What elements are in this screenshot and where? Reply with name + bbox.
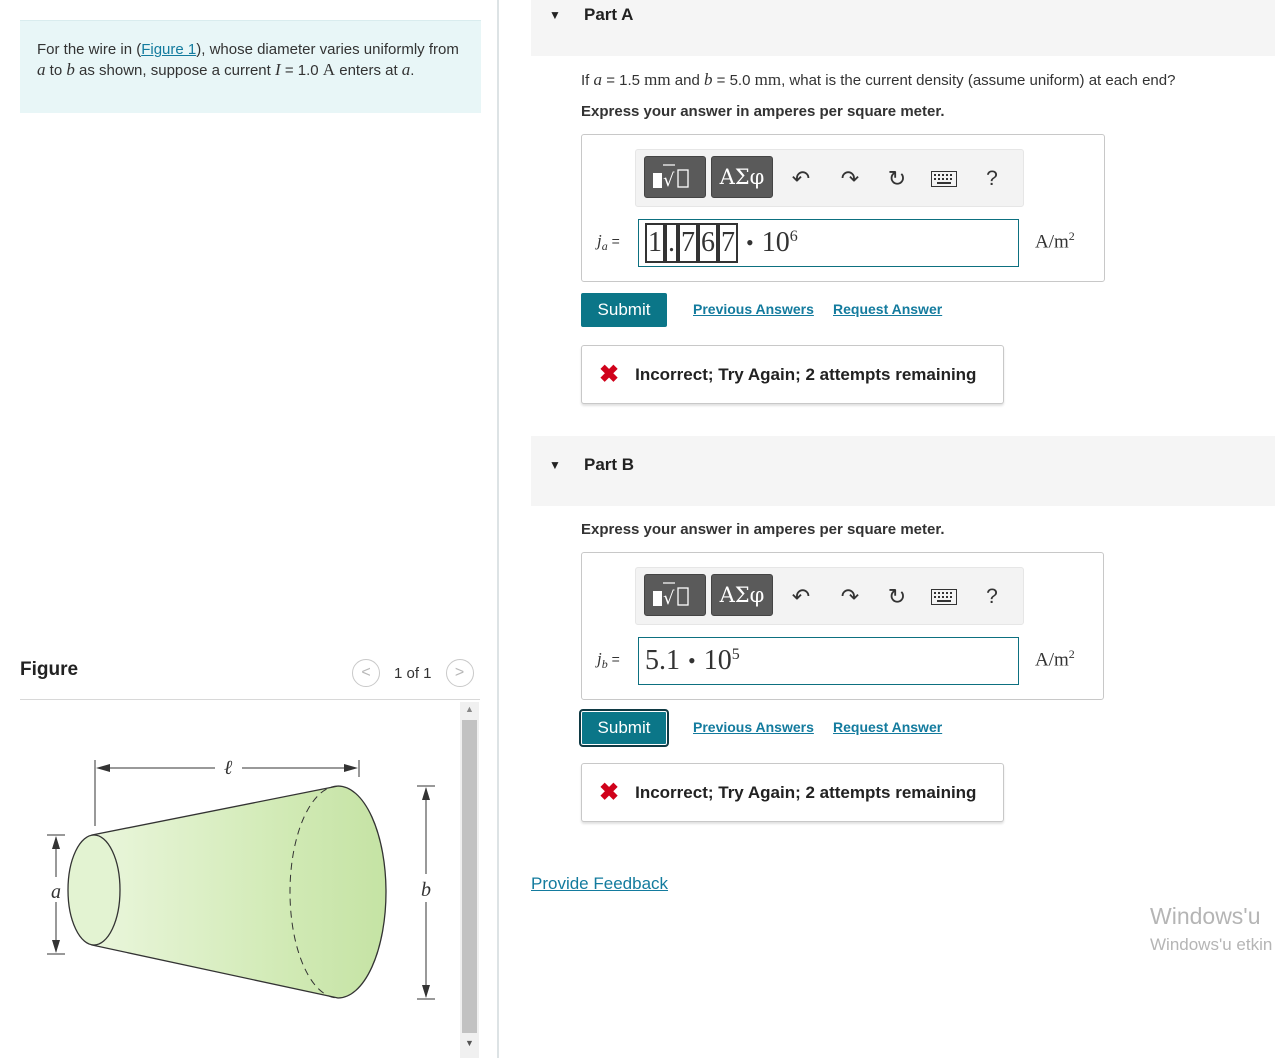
scroll-thumb[interactable]	[462, 720, 477, 1033]
part-a-feedback-message: Incorrect; Try Again; 2 attempts remaini…	[635, 364, 977, 384]
part-a-instruction: Express your answer in amperes per squar…	[581, 103, 945, 120]
panel-divider	[497, 0, 499, 1058]
part-b-request-answer-link[interactable]: Request Answer	[833, 719, 942, 735]
chevron-right-icon: >	[454, 664, 465, 681]
figure-divider	[20, 699, 480, 700]
part-a-request-answer-link[interactable]: Request Answer	[833, 301, 942, 317]
part-b-feedback: ✖ Incorrect; Try Again; 2 attempts remai…	[581, 763, 1004, 822]
part-a-header[interactable]: ▼ Part A	[531, 0, 1275, 56]
figure-pager: < 1 of 1 >	[352, 659, 474, 687]
b-arrow-top	[422, 787, 430, 800]
part-b-previous-answers-link[interactable]: Previous Answers	[693, 719, 814, 735]
chevron-left-icon: <	[361, 664, 371, 681]
answer-digit: 6	[698, 223, 718, 263]
help-button[interactable]: ?	[979, 166, 1005, 192]
redo-icon[interactable]: ↷	[837, 584, 863, 610]
activation-watermark-text: Windows'u etkin	[1150, 935, 1273, 954]
length-label: ℓ	[224, 757, 233, 779]
activation-watermark-title: Windows'u	[1150, 903, 1261, 929]
part-b-submit-button[interactable]: Submit	[579, 709, 669, 747]
a-arrow-bottom	[52, 940, 60, 953]
answer-digit: .	[665, 223, 678, 263]
answer-digit: 7	[678, 223, 698, 263]
figure-scrollbar[interactable]: ▲ ▼	[460, 702, 479, 1058]
part-b-answer-box: √ ΑΣφ ↶ ↷ ↻ ? jb = 5.1 • 10 5 A/m2	[581, 552, 1104, 700]
part-b-instruction: Express your answer in amperes per squar…	[581, 521, 945, 538]
part-a-unit: A/m2	[1035, 229, 1075, 253]
figure-link[interactable]: Figure 1	[141, 41, 196, 58]
redo-icon[interactable]: ↷	[837, 166, 863, 192]
truncated-cone-figure: ℓ a b	[47, 757, 435, 1000]
length-arrow-right	[344, 764, 358, 772]
figure-page-count: 1 of 1	[394, 664, 432, 682]
part-b-answer-input[interactable]: 5.1 • 10 5	[638, 637, 1019, 685]
collapse-caret-icon[interactable]: ▼	[549, 458, 561, 472]
answer-digit: 7	[718, 223, 738, 263]
greek-symbols-button[interactable]: ΑΣφ	[711, 574, 773, 616]
svg-text:√: √	[663, 170, 675, 191]
keyboard-icon[interactable]	[929, 584, 959, 610]
math-toolbar: √ ΑΣφ ↶ ↷ ↻ ?	[635, 567, 1024, 625]
scroll-down-icon[interactable]: ▼	[460, 1038, 479, 1052]
prev-figure-button[interactable]: <	[352, 659, 380, 687]
error-x-icon: ✖	[599, 779, 620, 806]
undo-icon[interactable]: ↶	[788, 166, 814, 192]
reset-icon[interactable]: ↻	[884, 584, 910, 610]
greek-symbols-button[interactable]: ΑΣφ	[711, 156, 773, 198]
part-b-feedback-message: Incorrect; Try Again; 2 attempts remaini…	[635, 782, 977, 802]
templates-icon: √	[653, 164, 689, 191]
figure-heading: Figure	[20, 659, 79, 680]
part-a-previous-answers-link[interactable]: Previous Answers	[693, 301, 814, 317]
b-arrow-bottom	[422, 985, 430, 998]
part-a-answer-box: √ ΑΣφ ↶ ↷ ↻ ? ja = 1.767 • 10 6 A/m2	[581, 134, 1105, 282]
length-arrow-left	[96, 764, 110, 772]
part-b-variable-label: jb =	[597, 649, 620, 671]
part-b-header[interactable]: ▼ Part B	[531, 436, 1275, 506]
collapse-caret-icon[interactable]: ▼	[549, 8, 561, 22]
part-a-title: Part A	[584, 5, 634, 24]
error-x-icon: ✖	[599, 361, 620, 388]
cone-small-end	[67, 834, 121, 946]
provide-feedback-link[interactable]: Provide Feedback	[531, 874, 668, 894]
templates-icon: √	[653, 582, 689, 609]
part-b-title: Part B	[584, 455, 635, 474]
help-button[interactable]: ?	[979, 584, 1005, 610]
part-a-submit-button[interactable]: Submit	[581, 293, 667, 327]
a-arrow-top	[52, 836, 60, 849]
part-b-unit: A/m2	[1035, 647, 1075, 671]
math-toolbar: √ ΑΣφ ↶ ↷ ↻ ?	[635, 149, 1024, 207]
answer-digit: 1	[645, 223, 665, 263]
undo-icon[interactable]: ↶	[788, 584, 814, 610]
problem-statement: For the wire in (Figure 1), whose diamet…	[20, 20, 481, 113]
templates-button[interactable]: √	[644, 156, 706, 198]
part-a-variable-label: ja =	[597, 231, 620, 253]
figure-viewport: ℓ a b	[20, 702, 460, 1058]
scroll-up-icon[interactable]: ▲	[460, 704, 479, 718]
templates-button[interactable]: √	[644, 574, 706, 616]
part-a-feedback: ✖ Incorrect; Try Again; 2 attempts remai…	[581, 345, 1004, 404]
part-a-question: If a = 1.5 mm and b = 5.0 mm, what is th…	[581, 70, 1176, 89]
cone-body	[91, 785, 387, 999]
part-a-answer-input[interactable]: 1.767 • 10 6	[638, 219, 1019, 267]
reset-icon[interactable]: ↻	[884, 166, 910, 192]
b-label: b	[421, 879, 431, 901]
keyboard-icon[interactable]	[929, 166, 959, 192]
next-figure-button[interactable]: >	[445, 659, 474, 687]
svg-text:√: √	[663, 588, 675, 609]
a-label: a	[51, 881, 61, 903]
